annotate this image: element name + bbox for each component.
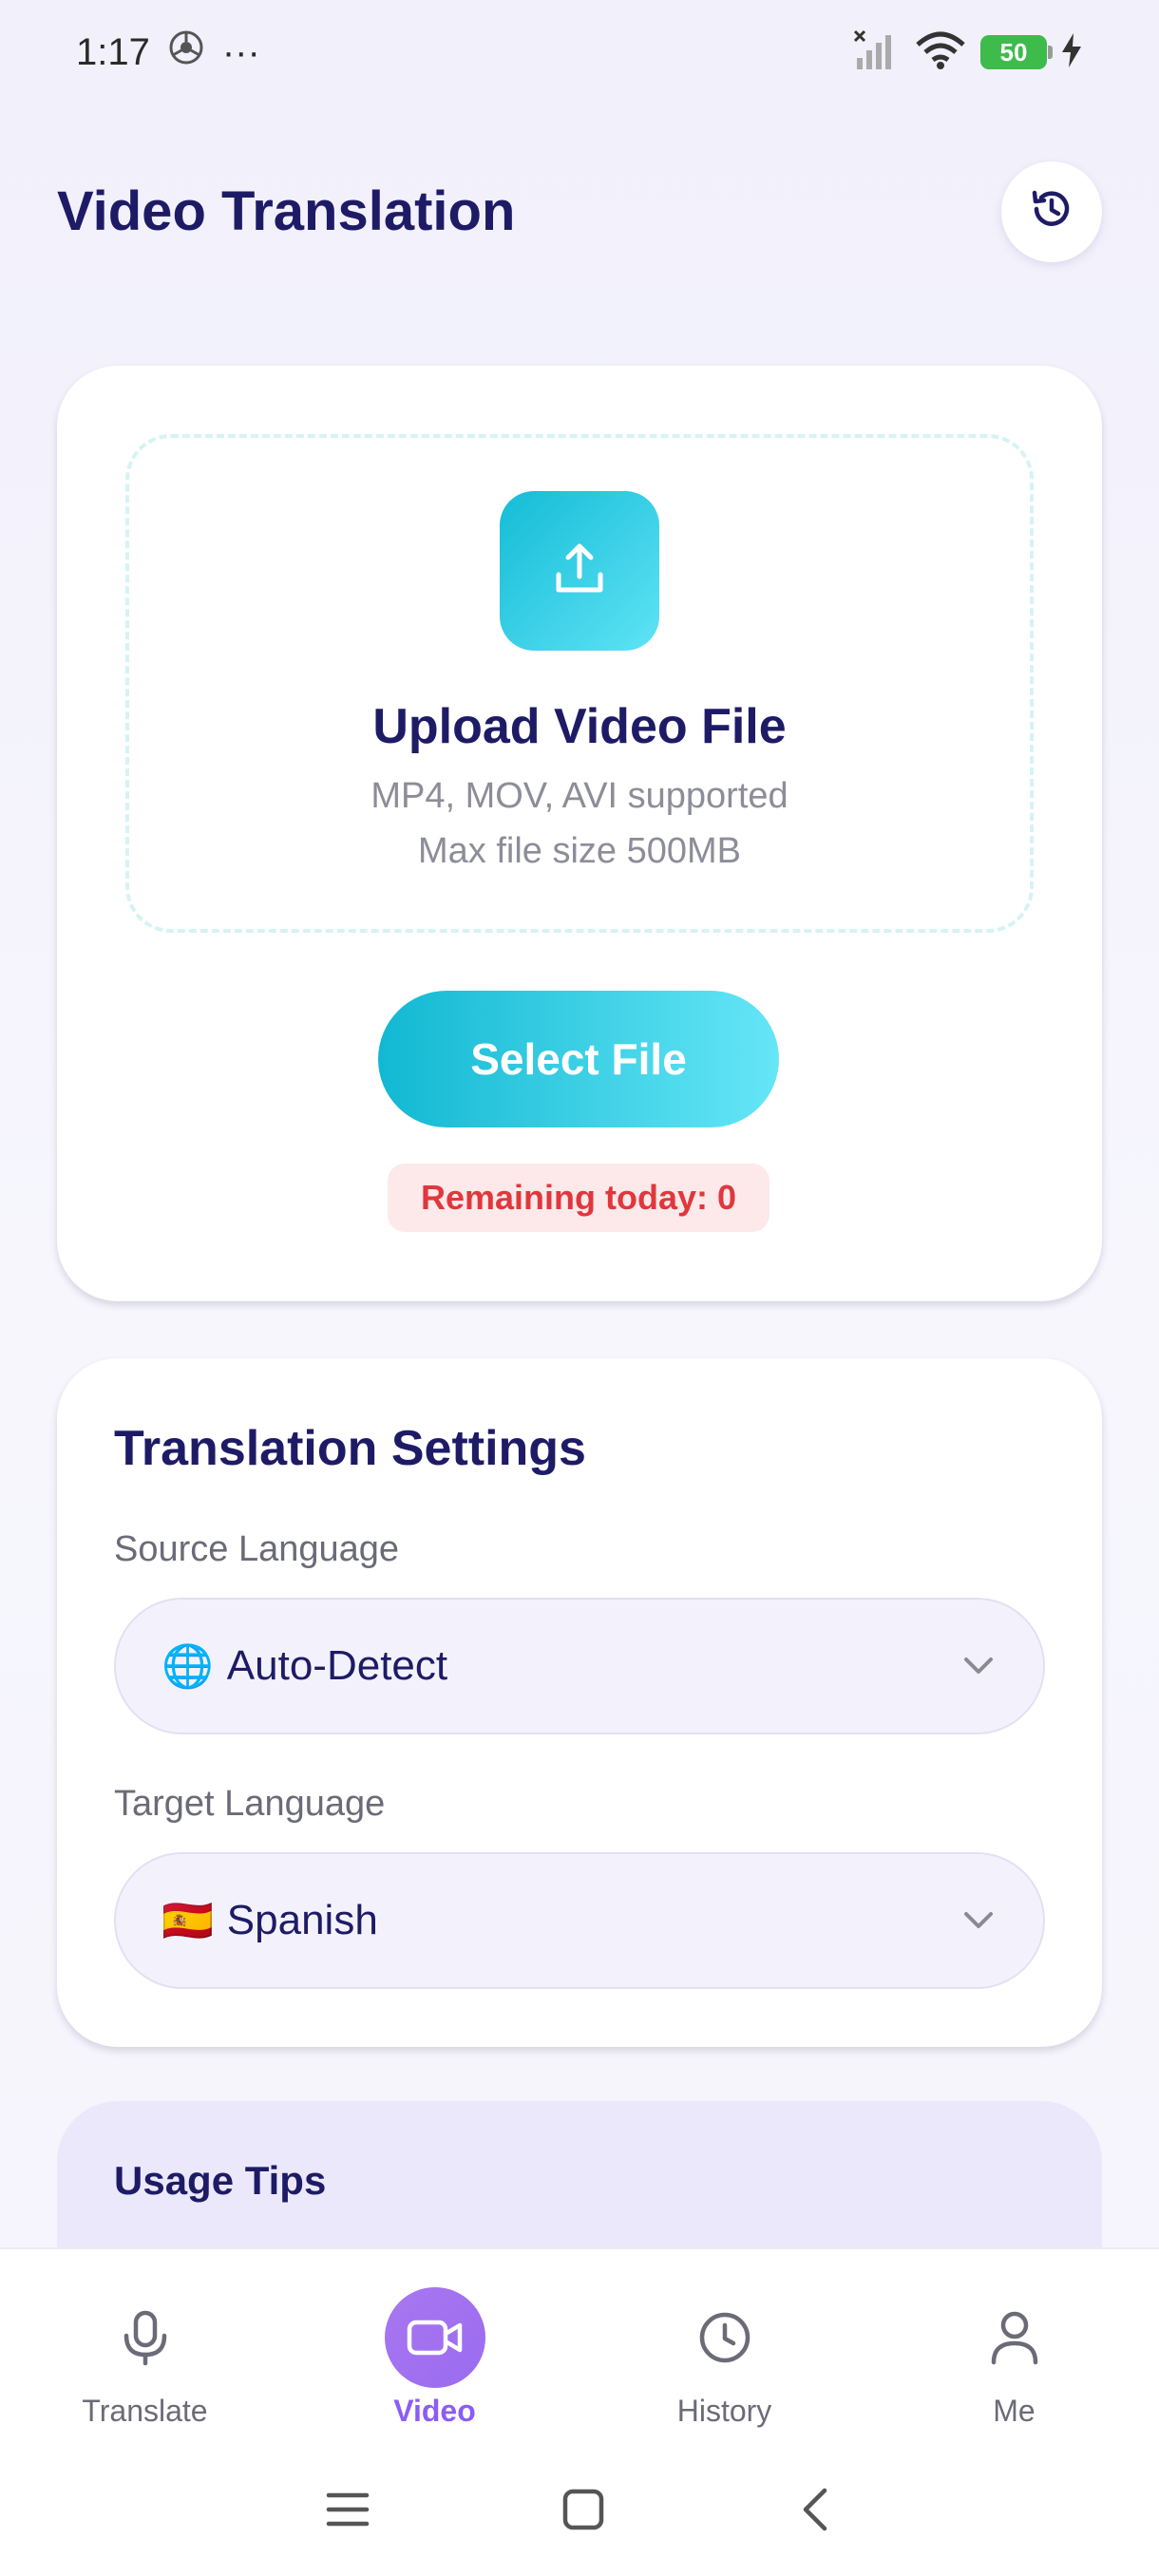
nav-label-history: History	[676, 2394, 772, 2428]
page-header: Video Translation	[57, 157, 1102, 266]
nav-label-me: Me	[993, 2394, 1036, 2428]
nav-item-me[interactable]: Me	[869, 2249, 1159, 2447]
nav-label-video: Video	[393, 2394, 476, 2428]
upload-icon-tile[interactable]	[500, 491, 659, 651]
cellular-signal-icon	[853, 29, 901, 76]
microphone-icon	[95, 2287, 196, 2388]
user-icon	[964, 2287, 1065, 2388]
chevron-down-icon	[960, 1902, 998, 1940]
target-language-label: Target Language	[114, 1784, 386, 1824]
globe-icon: 🌐	[162, 1643, 214, 1690]
history-button[interactable]	[1001, 161, 1102, 262]
bottom-navigation: Translate Video History Me	[0, 2247, 1159, 2447]
recent-apps-icon[interactable]	[325, 2490, 370, 2534]
source-language-label: Source Language	[114, 1529, 400, 1569]
nav-label-translate: Translate	[82, 2394, 208, 2428]
target-language-value: Spanish	[226, 1897, 378, 1943]
history-clock-icon	[1027, 184, 1076, 238]
usage-tips-title: Usage Tips	[114, 2158, 327, 2203]
home-icon[interactable]	[560, 2487, 606, 2537]
battery-indicator: 50	[980, 35, 1053, 69]
target-language-select[interactable]: 🇪🇸 Spanish	[114, 1852, 1045, 1989]
nav-item-video[interactable]: Video	[290, 2249, 580, 2447]
charging-bolt-icon	[1060, 31, 1083, 74]
wifi-icon	[914, 29, 967, 76]
source-language-select[interactable]: 🌐 Auto-Detect	[114, 1598, 1045, 1734]
source-language-value: Auto-Detect	[226, 1642, 448, 1689]
more-dots: ···	[221, 30, 260, 73]
upload-title: Upload Video File	[372, 699, 787, 754]
select-file-button[interactable]: Select File	[378, 991, 779, 1127]
status-time: 1:17	[76, 30, 150, 73]
supported-formats-text: MP4, MOV, AVI supported	[370, 776, 788, 816]
remaining-quota-badge: Remaining today: 0	[388, 1164, 770, 1232]
status-bar: 1:17 ··· 50	[0, 0, 1159, 104]
chevron-down-icon	[960, 1647, 998, 1685]
spain-flag-icon: 🇪🇸	[162, 1898, 214, 1944]
settings-title: Translation Settings	[114, 1421, 586, 1476]
translation-settings-card: Translation Settings Source Language 🌐 A…	[57, 1358, 1102, 2047]
upload-icon	[545, 535, 614, 608]
page-title: Video Translation	[57, 180, 516, 242]
nav-item-history[interactable]: History	[580, 2249, 869, 2447]
max-file-size-text: Max file size 500MB	[417, 831, 741, 871]
upload-card: Upload Video File MP4, MOV, AVI supporte…	[57, 366, 1102, 1301]
back-icon[interactable]	[796, 2487, 834, 2537]
clock-icon	[674, 2287, 775, 2388]
notification-icon	[167, 28, 205, 76]
video-camera-icon	[384, 2287, 485, 2388]
system-navigation-bar	[0, 2447, 1159, 2576]
nav-item-translate[interactable]: Translate	[0, 2249, 290, 2447]
